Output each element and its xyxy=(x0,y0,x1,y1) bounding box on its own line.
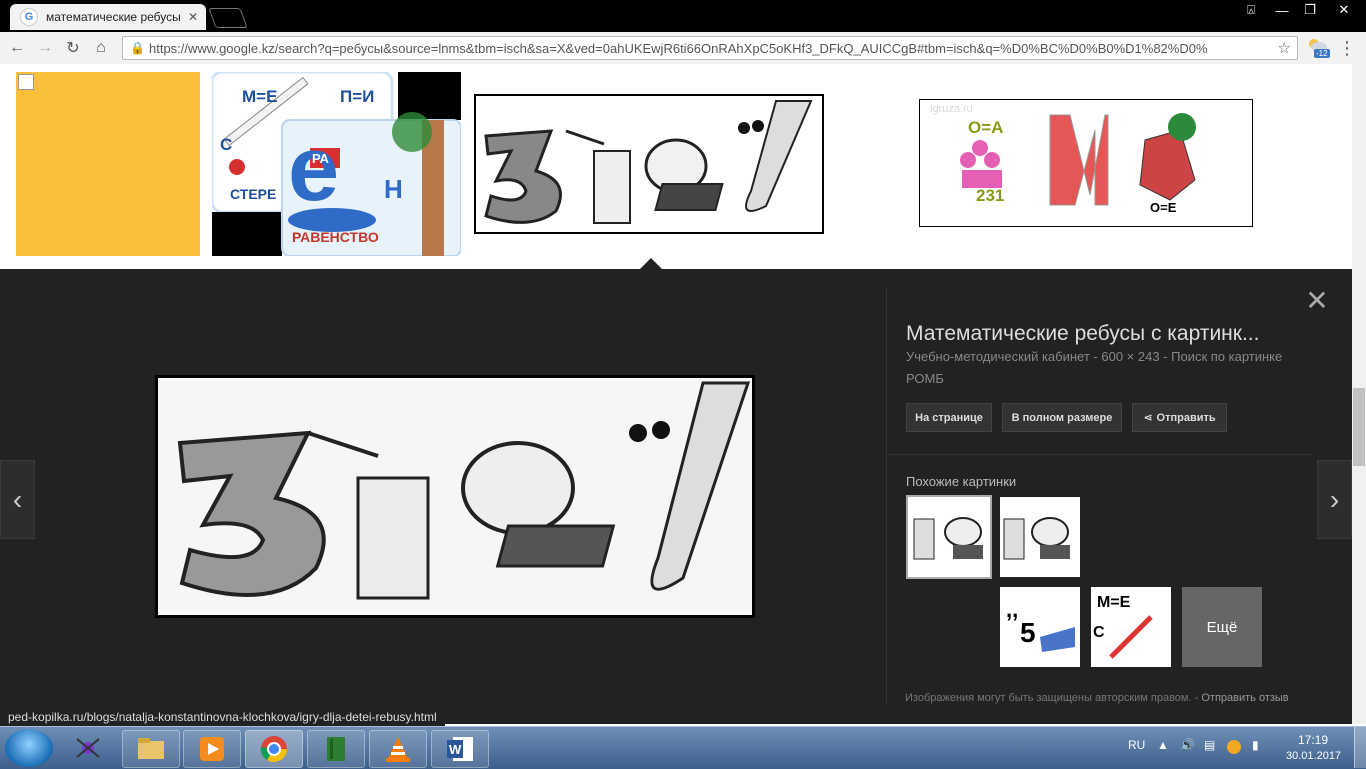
language-indicator[interactable]: RU xyxy=(1128,738,1145,752)
similar-image-3[interactable]: ,, 5 xyxy=(1000,587,1080,667)
network-icon[interactable]: ▤ xyxy=(1204,738,1215,752)
share-icon: ⋖ xyxy=(1143,412,1153,424)
forward-icon[interactable]: → xyxy=(34,37,56,59)
home-icon[interactable]: ⌂ xyxy=(90,37,112,59)
tab-close-icon[interactable]: ✕ xyxy=(188,10,198,24)
url-text: https://www.google.kz/search?q=ребусы&so… xyxy=(149,40,1208,56)
preview-meta-line-2: РОМБ xyxy=(906,371,944,386)
rebus-label-6: Н xyxy=(384,174,403,204)
rebus-oi-label-1: О=А xyxy=(968,118,1004,137)
similar-image-1[interactable] xyxy=(906,495,992,579)
similar-image-2[interactable] xyxy=(1000,497,1080,577)
share-label: Отправить xyxy=(1156,411,1216,424)
book-app-icon[interactable] xyxy=(307,730,365,768)
more-label: Ещё xyxy=(1206,618,1238,636)
scrollbar-thumb[interactable] xyxy=(1353,388,1365,466)
weather-extension-icon[interactable]: -12 xyxy=(1306,36,1330,60)
rebus-label-2: П=И xyxy=(340,87,375,106)
explorer-icon[interactable] xyxy=(122,730,180,768)
thumbnail-rebus-ravenstvo[interactable]: М=Е П=И С СТЕРЕ е Н РА РАВЕНСТВО xyxy=(210,70,462,257)
feedback-link[interactable]: Отправить отзыв xyxy=(1201,692,1288,704)
status-bar-url: ped-kopilka.ru/blogs/natalja-konstantino… xyxy=(0,707,445,727)
share-button[interactable]: ⋖ Отправить xyxy=(1132,403,1227,432)
similar-image-2-art xyxy=(1003,517,1070,560)
similar-image-3-art: ,,5 xyxy=(1006,597,1075,652)
close-preview-icon[interactable]: ✕ xyxy=(1304,287,1330,315)
media-player-icon[interactable] xyxy=(183,730,241,768)
rebus-zerkalo-large-image xyxy=(158,378,752,615)
rebus-oi-label-4: О=Е xyxy=(1150,200,1177,215)
similar-image-4[interactable]: М=Е С xyxy=(1091,587,1171,667)
address-bar[interactable]: 🔒 https://www.google.kz/search?q=ребусы&… xyxy=(122,36,1298,60)
preview-main-image[interactable] xyxy=(155,375,755,618)
rebus-label-3: С xyxy=(220,135,233,154)
back-icon[interactable]: ← xyxy=(6,37,28,59)
thumbnail-rebus-zerkalo-selected[interactable] xyxy=(474,94,824,234)
word-icon[interactable]: W xyxy=(431,730,489,768)
spider-app-icon[interactable] xyxy=(60,730,116,766)
new-tab-button[interactable] xyxy=(208,8,248,28)
avast-icon[interactable] xyxy=(1227,740,1241,754)
chrome-icon[interactable] xyxy=(245,730,303,768)
on-page-button[interactable]: На странице xyxy=(906,403,992,432)
panel-divider xyxy=(886,288,887,703)
lock-icon: 🔒 xyxy=(130,41,145,55)
user-icon[interactable]: ⍓ xyxy=(1238,0,1264,20)
tray-expand-icon[interactable]: ▲ xyxy=(1157,738,1169,752)
preview-meta-line-1[interactable]: Учебно-методический кабинет - 600 × 243 … xyxy=(906,346,1306,368)
svg-text:,,: ,, xyxy=(1006,597,1018,622)
svg-text:С: С xyxy=(1093,624,1105,641)
clock-time[interactable]: 17:19 xyxy=(1298,733,1328,747)
minimize-button[interactable]: — xyxy=(1268,0,1296,20)
svg-text:М=Е: М=Е xyxy=(1097,594,1131,611)
show-desktop-button[interactable] xyxy=(1354,727,1366,768)
menu-icon[interactable]: ⋮ xyxy=(1336,37,1358,59)
rebus-label-8: РАВЕНСТВО xyxy=(292,229,379,245)
watermark: igruza.ru xyxy=(930,103,973,115)
signal-icon[interactable]: ▮ xyxy=(1252,738,1259,752)
reload-icon[interactable]: ↻ xyxy=(62,37,84,59)
more-similar-button[interactable]: Ещё xyxy=(1182,587,1262,667)
tab-title: математические ребусы xyxy=(46,10,181,24)
similar-image-4-art: М=Е С xyxy=(1093,594,1153,659)
broken-image-icon xyxy=(18,74,34,90)
svg-text:5: 5 xyxy=(1020,617,1036,648)
copyright-notice: Изображения могут быть защищены авторски… xyxy=(905,692,1289,704)
svg-text:W: W xyxy=(449,742,462,757)
thumbnail-rebus-oi[interactable]: О=А 231 О=Е igruza.ru xyxy=(919,99,1253,227)
volume-icon[interactable]: 🔊 xyxy=(1180,738,1195,752)
rebus-zerkalo-thumb-image xyxy=(484,100,813,224)
preview-meta: Учебно-методический кабинет - 600 × 243 … xyxy=(906,346,1306,390)
restore-button[interactable]: ❐ xyxy=(1296,0,1324,20)
similar-image-1-art xyxy=(913,517,983,560)
clock-date[interactable]: 30.01.2017 xyxy=(1286,750,1341,762)
rebus-label-7: РА xyxy=(312,151,329,166)
rebus-label-5: е xyxy=(288,118,340,220)
rebus-oi-label-2: 231 xyxy=(976,186,1005,205)
star-icon[interactable]: ☆ xyxy=(1278,39,1291,57)
selection-caret xyxy=(640,258,662,269)
prev-arrow-button[interactable]: ‹ xyxy=(0,460,35,539)
browser-tab[interactable]: G математические ребусы ✕ xyxy=(10,4,206,30)
copyright-text: Изображения могут быть защищены авторски… xyxy=(905,692,1192,704)
similar-images-header: Похожие картинки xyxy=(906,474,1017,489)
start-button[interactable] xyxy=(5,729,53,767)
rebus-label-4: СТЕРЕ xyxy=(230,186,277,202)
vlc-icon[interactable] xyxy=(369,730,427,768)
section-separator xyxy=(886,454,1312,455)
close-window-button[interactable]: ✕ xyxy=(1324,0,1364,20)
full-size-button[interactable]: В полном размере xyxy=(1002,403,1122,432)
rebus-label-1: М=Е xyxy=(242,87,278,106)
preview-title[interactable]: Математические ребусы с картинк... xyxy=(906,322,1326,346)
extension-badge: -12 xyxy=(1314,49,1330,58)
thumbnail-broken[interactable] xyxy=(16,72,200,256)
google-favicon-icon: G xyxy=(20,8,38,26)
next-arrow-button[interactable]: › xyxy=(1317,460,1352,539)
